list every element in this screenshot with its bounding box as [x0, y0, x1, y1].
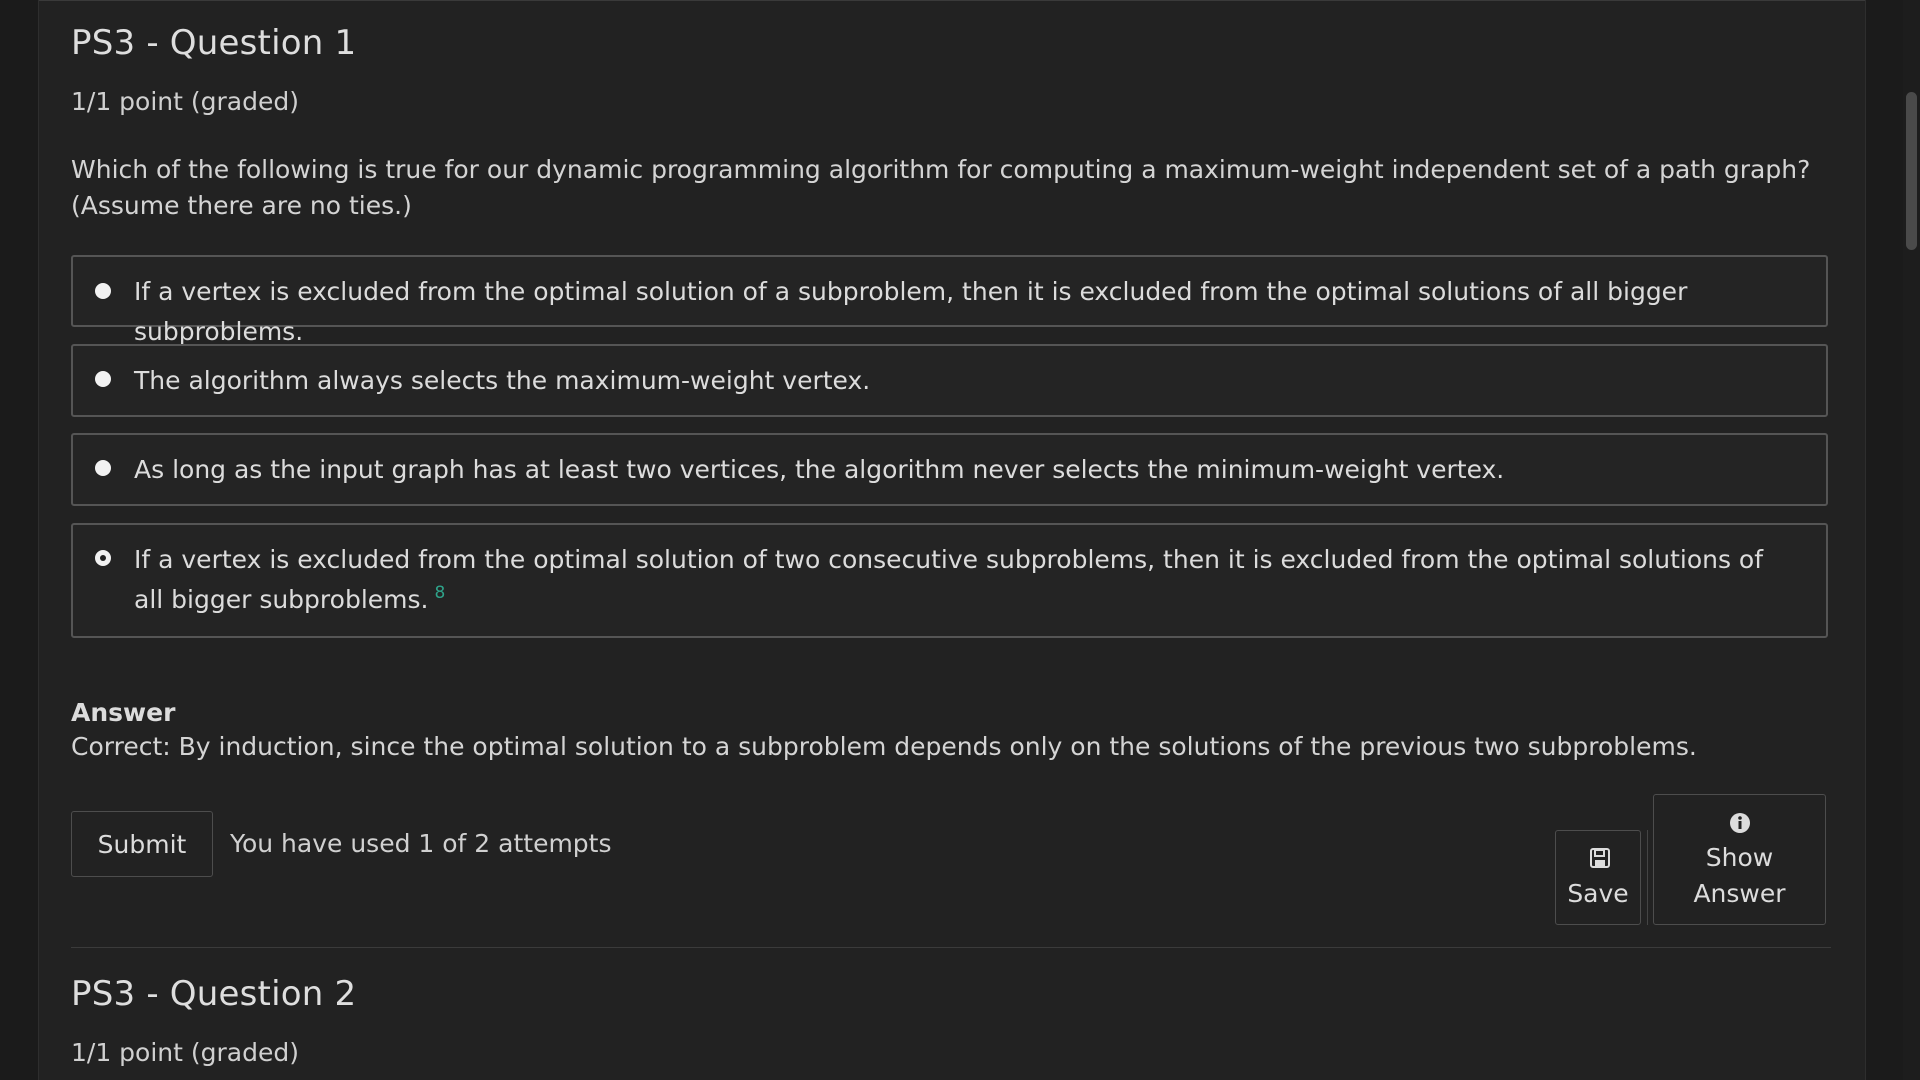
choice-label-2: The algorithm always selects the maximum…	[134, 366, 871, 395]
left-gutter	[0, 0, 39, 1080]
save-button[interactable]: Save	[1555, 830, 1641, 925]
choice-option-4[interactable]: If a vertex is excluded from the optimal…	[71, 523, 1828, 638]
answer-heading: Answer	[71, 698, 176, 727]
info-circle-icon	[1730, 813, 1750, 833]
show-answer-label-line-1: Show	[1705, 843, 1774, 872]
question-divider	[71, 947, 1831, 948]
radio-button-3[interactable]	[95, 460, 111, 476]
show-answer-label-line-2: Answer	[1693, 879, 1786, 908]
question-2-points: 1/1 point (graded)	[71, 1038, 299, 1067]
choice-option-2[interactable]: The algorithm always selects the maximum…	[71, 344, 1828, 417]
radio-button-2[interactable]	[95, 371, 111, 387]
radio-button-4-selected[interactable]	[95, 550, 111, 566]
choice-label-3: As long as the input graph has at least …	[134, 455, 1505, 484]
choice-label-4: If a vertex is excluded from the optimal…	[134, 540, 1796, 623]
attempts-counter: You have used 1 of 2 attempts	[230, 829, 612, 858]
show-answer-button[interactable]: Show Answer	[1653, 794, 1826, 925]
choice-option-1[interactable]: If a vertex is excluded from the optimal…	[71, 255, 1828, 346]
question-1-points: 1/1 point (graded)	[71, 87, 299, 116]
question-2-title: PS3 - Question 2	[71, 974, 357, 1014]
save-label: Save	[1567, 879, 1629, 908]
vertical-scrollbar[interactable]	[1903, 0, 1920, 1080]
radio-button-1[interactable]	[95, 283, 111, 299]
choice-option-3[interactable]: As long as the input graph has at least …	[71, 433, 1828, 506]
scrollbar-thumb[interactable]	[1906, 92, 1917, 250]
problem-content: PS3 - Question 1 1/1 point (graded) Whic…	[39, 0, 1865, 1080]
right-gutter	[1865, 0, 1904, 1080]
answer-explanation: Correct: By induction, since the optimal…	[71, 732, 1697, 761]
choice-label-1: If a vertex is excluded from the optimal…	[134, 277, 1688, 346]
correct-marker: 8	[434, 583, 446, 603]
button-separator	[1647, 830, 1648, 925]
question-1-prompt: Which of the following is true for our d…	[71, 155, 1811, 220]
choice-label-4-text: If a vertex is excluded from the optimal…	[134, 545, 1764, 614]
submit-button[interactable]: Submit	[71, 811, 213, 877]
page: PS3 - Question 1 1/1 point (graded) Whic…	[0, 0, 1920, 1080]
question-1-title: PS3 - Question 1	[71, 23, 357, 63]
floppy-disk-icon	[1590, 848, 1610, 868]
